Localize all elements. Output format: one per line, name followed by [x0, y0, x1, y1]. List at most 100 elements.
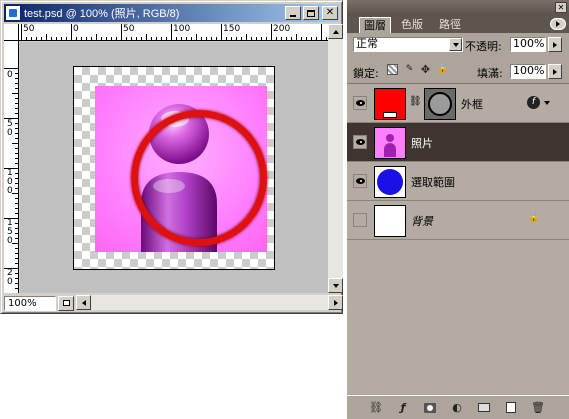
ruler-tick — [61, 37, 62, 40]
panel-close-button[interactable]: ✕ — [555, 2, 567, 13]
ruler-tick — [12, 93, 18, 94]
new-group-folder-icon[interactable] — [473, 400, 495, 416]
ruler-tick — [15, 153, 18, 154]
canvas-area[interactable] — [20, 42, 328, 293]
ruler-tick — [15, 178, 18, 179]
fill-field[interactable]: 100% — [510, 64, 546, 79]
visibility-eye-icon[interactable] — [353, 135, 367, 149]
layer-row-selection[interactable]: 選取範圍 — [347, 162, 569, 201]
zoom-field[interactable]: 100% — [4, 295, 56, 311]
opacity-slider-button[interactable] — [548, 37, 562, 52]
new-adjustment-layer-icon[interactable]: ◐ — [446, 400, 468, 416]
ruler-tick — [15, 113, 18, 114]
scroll-right-button[interactable] — [328, 295, 343, 310]
ruler-label: 2 0 — [7, 268, 13, 287]
maximize-button[interactable] — [303, 6, 319, 20]
scroll-down-button[interactable] — [328, 278, 343, 293]
maximize-icon — [307, 9, 315, 17]
ruler-tick — [15, 253, 18, 254]
fill-slider-button[interactable] — [548, 64, 562, 79]
layer-name[interactable]: 外框 — [461, 96, 483, 112]
ruler-tick — [15, 263, 18, 264]
opacity-field[interactable]: 100% — [510, 37, 546, 52]
ruler-tick — [15, 173, 18, 174]
ruler-tick — [156, 37, 157, 40]
layer-name[interactable]: 選取範圍 — [411, 174, 455, 190]
tab-layers[interactable]: 圖層 — [359, 17, 391, 33]
lock-image-brush-icon[interactable]: ✎ — [404, 64, 415, 75]
ruler-tick — [166, 37, 167, 40]
ruler-tick — [12, 193, 18, 194]
ruler-tick — [15, 98, 18, 99]
ruler-tick — [4, 118, 18, 119]
ruler-tick — [21, 24, 22, 40]
minimize-button[interactable] — [285, 6, 301, 20]
ruler-tick — [15, 248, 18, 249]
expand-effects-icon[interactable] — [544, 101, 550, 105]
lock-position-move-icon[interactable]: ✥ — [420, 64, 431, 75]
blend-mode-value: 正常 — [356, 37, 378, 50]
visibility-eye-icon[interactable] — [353, 174, 367, 188]
lock-all-icon[interactable]: 🔒 — [437, 64, 448, 75]
ruler-tick — [311, 37, 312, 40]
ruler-tick — [96, 34, 97, 40]
document-title-bar[interactable]: test.psd @ 100% (照片, RGB/8) ✕ — [4, 4, 339, 22]
ruler-tick — [171, 24, 172, 40]
arrow-left-icon — [81, 299, 86, 306]
layer-name[interactable]: 背景 — [411, 213, 433, 229]
ruler-label: 200 — [273, 24, 291, 34]
add-layer-mask-icon[interactable] — [419, 400, 441, 416]
ruler-origin[interactable] — [4, 24, 19, 41]
layer-row-photo[interactable]: 照片 — [347, 123, 569, 162]
ruler-label: 50 — [23, 24, 35, 34]
ruler-tick — [301, 37, 302, 40]
scroll-left-button[interactable] — [76, 295, 91, 310]
layer-mask-thumbnail[interactable] — [424, 88, 456, 120]
ruler-tick — [261, 37, 262, 40]
layer-name[interactable]: 照片 — [411, 135, 433, 151]
ruler-tick — [246, 34, 247, 40]
layer-effects-fx-icon[interactable]: f — [527, 96, 540, 109]
layer-row-frame[interactable]: ⛓ 外框 f — [347, 84, 569, 123]
horizontal-ruler[interactable]: 50 0 50 100 150 200 — [19, 24, 328, 41]
tab-paths[interactable]: 路徑 — [435, 17, 465, 33]
new-layer-icon[interactable] — [500, 400, 522, 416]
ruler-tick — [191, 37, 192, 40]
lock-transparency-icon[interactable] — [387, 64, 398, 75]
ruler-label: 1 5 0 — [7, 218, 13, 246]
link-chain-icon[interactable]: ⛓ — [409, 96, 422, 107]
document-window: test.psd @ 100% (照片, RGB/8) ✕ 50 0 50 10… — [0, 0, 343, 314]
visibility-eye-icon[interactable] — [353, 96, 367, 110]
ruler-tick — [15, 213, 18, 214]
visibility-toggle-empty[interactable] — [353, 213, 367, 227]
ruler-label: 0 — [7, 70, 13, 80]
layer-list: ⛓ 外框 f 照片 選取範圍 背景 🔒 — [347, 83, 569, 394]
ruler-tick — [15, 163, 18, 164]
panel-title-bar[interactable]: ✕ — [347, 0, 569, 16]
ruler-tick — [15, 78, 18, 79]
ruler-tick — [15, 133, 18, 134]
tab-channels[interactable]: 色版 — [397, 17, 427, 33]
panel-menu-button[interactable] — [550, 18, 566, 30]
horizontal-scrollbar[interactable] — [76, 295, 343, 310]
ruler-tick — [266, 37, 267, 40]
status-info-button[interactable] — [58, 295, 74, 311]
ruler-tick — [151, 37, 152, 40]
ruler-tick — [186, 37, 187, 40]
vertical-ruler[interactable]: 0 5 0 1 0 0 1 5 0 2 0 — [4, 41, 19, 293]
link-layers-icon[interactable]: ⛓ — [365, 400, 387, 416]
add-layer-style-icon[interactable]: ƒ — [392, 400, 414, 416]
ruler-tick — [101, 37, 102, 40]
layer-row-background[interactable]: 背景 🔒 — [347, 201, 569, 240]
doc-info-icon — [62, 300, 70, 306]
ruler-tick — [15, 73, 18, 74]
panel-tabs: 圖層 色版 路徑 — [347, 16, 569, 33]
close-button[interactable]: ✕ — [322, 6, 338, 20]
delete-layer-trash-icon[interactable]: 🗑 — [527, 400, 549, 416]
vertical-scrollbar[interactable] — [328, 24, 343, 293]
image-canvas[interactable] — [73, 66, 275, 270]
scroll-up-button[interactable] — [328, 24, 343, 39]
arrow-right-icon — [553, 68, 557, 75]
blend-mode-select[interactable]: 正常 — [353, 37, 463, 52]
ruler-tick — [71, 24, 72, 40]
